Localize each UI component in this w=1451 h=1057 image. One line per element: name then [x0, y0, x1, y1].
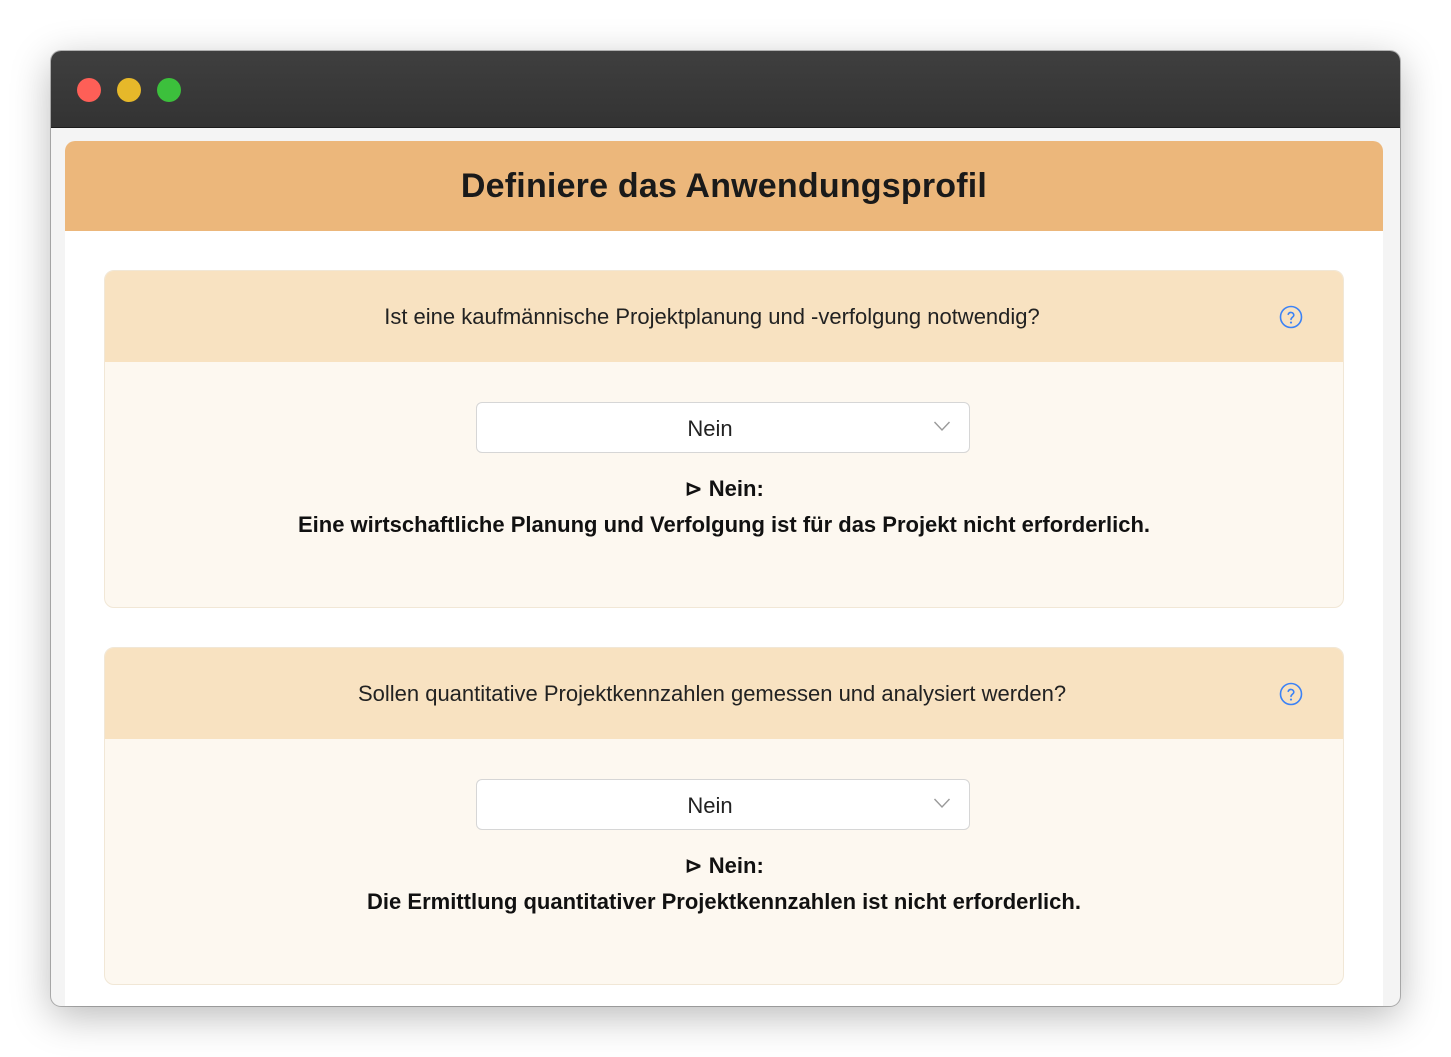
answer-title: ⊳ Nein: — [684, 853, 764, 878]
answer-description: Eine wirtschaftliche Planung und Verfolg… — [297, 512, 1151, 537]
answer-title: ⊳ Nein: — [684, 476, 764, 501]
close-window-button[interactable] — [77, 78, 101, 102]
minimize-window-button[interactable] — [117, 78, 141, 102]
page-header: Definiere das Anwendungsprofil — [65, 141, 1383, 231]
select-value: Nein — [687, 416, 733, 441]
page-title: Definiere das Anwendungsprofil — [460, 166, 988, 205]
answer-description: Die Ermittlung quantitativer Projektkenn… — [367, 889, 1081, 914]
chevron-down-icon — [933, 798, 951, 809]
answer-select[interactable]: Nein — [476, 402, 970, 453]
select-value: Nein — [687, 793, 733, 818]
question-text: Sollen quantitative Projektkennzahlen ge… — [357, 681, 1067, 706]
main-content: Definiere das Anwendungsprofil Ist eine … — [65, 141, 1383, 1006]
question-circle-icon[interactable] — [1279, 682, 1303, 706]
question-card: Ist eine kaufmännische Projektplanung un… — [104, 270, 1344, 608]
app-window: Definiere das Anwendungsprofil Ist eine … — [51, 51, 1400, 1006]
answer-select[interactable]: Nein — [476, 779, 970, 830]
title-bar[interactable] — [51, 51, 1400, 128]
question-header: Sollen quantitative Projektkennzahlen ge… — [105, 648, 1343, 739]
question-circle-icon[interactable] — [1279, 305, 1303, 329]
question-card: Sollen quantitative Projektkennzahlen ge… — [104, 647, 1344, 985]
question-text: Ist eine kaufmännische Projektplanung un… — [384, 304, 1040, 329]
chevron-down-icon — [933, 421, 951, 432]
maximize-window-button[interactable] — [157, 78, 181, 102]
question-header: Ist eine kaufmännische Projektplanung un… — [105, 271, 1343, 362]
